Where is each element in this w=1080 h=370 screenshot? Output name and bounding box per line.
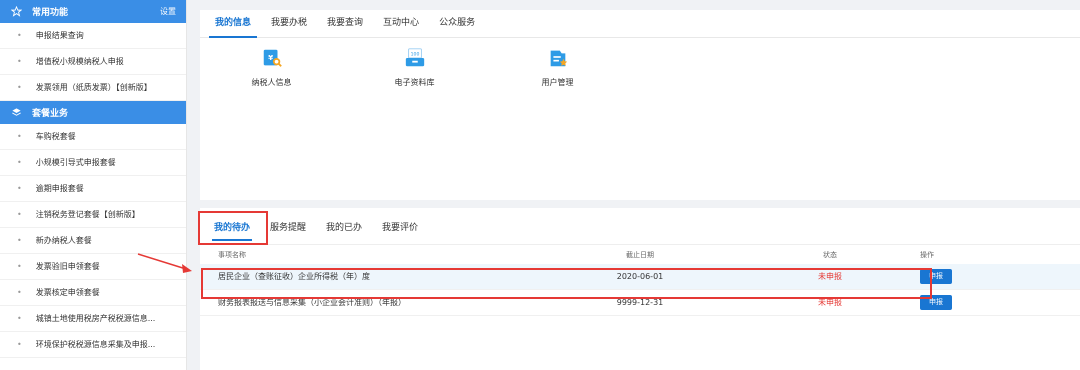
sidebar-header-title: 常用功能 [32, 8, 69, 18]
sidebar-item[interactable]: • 发票领用（纸质发票）【创新版】 [0, 75, 186, 101]
star-icon [10, 6, 22, 18]
bottom-tabs: 我的待办 服务提醒 我的已办 我要评价 [198, 208, 1080, 245]
sidebar-item-label: 发票核定申领套餐 [35, 288, 100, 297]
sidebar-item-label: 城镇土地使用税房产税税源信息... [35, 314, 156, 323]
info-icons-row: ¥ 纳税人信息 100 电子资料库 用户管理 [200, 38, 1080, 88]
sidebar-item[interactable]: • 发票验旧申领套餐 [0, 254, 186, 280]
layers-icon [10, 107, 22, 119]
sidebar-item-label: 发票验旧申领套餐 [35, 262, 100, 271]
sidebar-item-label: 新办纳税人套餐 [35, 236, 92, 245]
e-library-label: 电子资料库 [394, 78, 435, 87]
user-management-icon [547, 47, 569, 71]
tab-my-done[interactable]: 我的已办 [316, 220, 372, 233]
tab-tax-handling[interactable]: 我要办税 [261, 15, 317, 37]
e-library-button[interactable]: 100 电子资料库 [343, 47, 486, 88]
col-action-header: 操作 [920, 250, 934, 259]
sidebar-item[interactable]: • 申报结果查询 [0, 23, 186, 49]
sidebar-item[interactable]: • 增值税小规模纳税人申报 [0, 49, 186, 75]
tab-service-reminder[interactable]: 服务提醒 [260, 220, 316, 233]
sidebar-item-label: 环境保护税税源信息采集及申报... [35, 340, 156, 349]
sidebar-item[interactable]: • 城镇土地使用税房产税税源信息... [0, 306, 186, 332]
sidebar-header-title: 套餐业务 [32, 109, 69, 119]
todo-panel: 我的待办 服务提醒 我的已办 我要评价 事项名称 截止日期 状态 操作 居民企业… [198, 208, 1080, 370]
user-management-label: 用户管理 [541, 78, 574, 87]
sidebar-item[interactable]: • 环境保护税税源信息采集及申报... [0, 332, 186, 358]
col-status-header: 状态 [823, 250, 837, 259]
user-management-button[interactable]: 用户管理 [486, 47, 629, 88]
sidebar-item-label: 增值税小规模纳税人申报 [35, 57, 124, 66]
highlight-box-tab [198, 211, 268, 245]
highlight-box-row [201, 268, 932, 299]
table-header: 事项名称 截止日期 状态 操作 [200, 244, 1080, 264]
sidebar-item[interactable]: • 小规模引导式申报套餐 [0, 150, 186, 176]
sidebar-item-label: 小规模引导式申报套餐 [35, 158, 116, 167]
sidebar-item-label: 逾期申报套餐 [35, 184, 84, 193]
svg-text:100: 100 [410, 52, 419, 58]
tab-query[interactable]: 我要查询 [317, 15, 373, 37]
taxpayer-info-icon: ¥ [261, 47, 283, 71]
sidebar-item[interactable]: • 新办纳税人套餐 [0, 228, 186, 254]
tab-interaction[interactable]: 互动中心 [373, 15, 429, 37]
taxpayer-info-button[interactable]: ¥ 纳税人信息 [200, 47, 343, 88]
sidebar-item[interactable]: • 车购税套餐 [0, 124, 186, 150]
sidebar-item-label: 发票领用（纸质发票）【创新版】 [35, 83, 152, 92]
sidebar-item-label: 车购税套餐 [35, 132, 76, 141]
tab-public-service[interactable]: 公众服务 [429, 15, 485, 37]
row-date: 9999-12-31 [616, 298, 664, 307]
taxpayer-info-label: 纳税人信息 [251, 78, 292, 87]
e-library-icon: 100 [403, 47, 427, 71]
col-name-header: 事项名称 [218, 250, 246, 259]
col-date-header: 截止日期 [626, 250, 654, 259]
sidebar-header-common[interactable]: 常用功能 设置 [0, 0, 186, 23]
sidebar-item[interactable]: • 注销税务登记套餐【创新版】 [0, 202, 186, 228]
sidebar-item[interactable]: • 发票核定申领套餐 [0, 280, 186, 306]
my-info-panel: 我的信息 我要办税 我要查询 互动中心 公众服务 ¥ 纳税人信息 100 电子资… [200, 10, 1080, 200]
sidebar-header-package[interactable]: 套餐业务 [0, 101, 186, 124]
top-tabs: 我的信息 我要办税 我要查询 互动中心 公众服务 [200, 10, 1080, 38]
sidebar: 常用功能 设置 • 申报结果查询 • 增值税小规模纳税人申报 • 发票领用（纸质发票）… [0, 0, 187, 370]
sidebar-item-label: 申报结果查询 [35, 31, 84, 40]
tab-evaluate[interactable]: 我要评价 [372, 220, 428, 233]
tab-my-info[interactable]: 我的信息 [205, 15, 261, 38]
sidebar-item-label: 注销税务登记套餐【创新版】 [35, 210, 140, 219]
sidebar-item[interactable]: • 逾期申报套餐 [0, 176, 186, 202]
settings-link[interactable]: 设置 [160, 6, 176, 17]
